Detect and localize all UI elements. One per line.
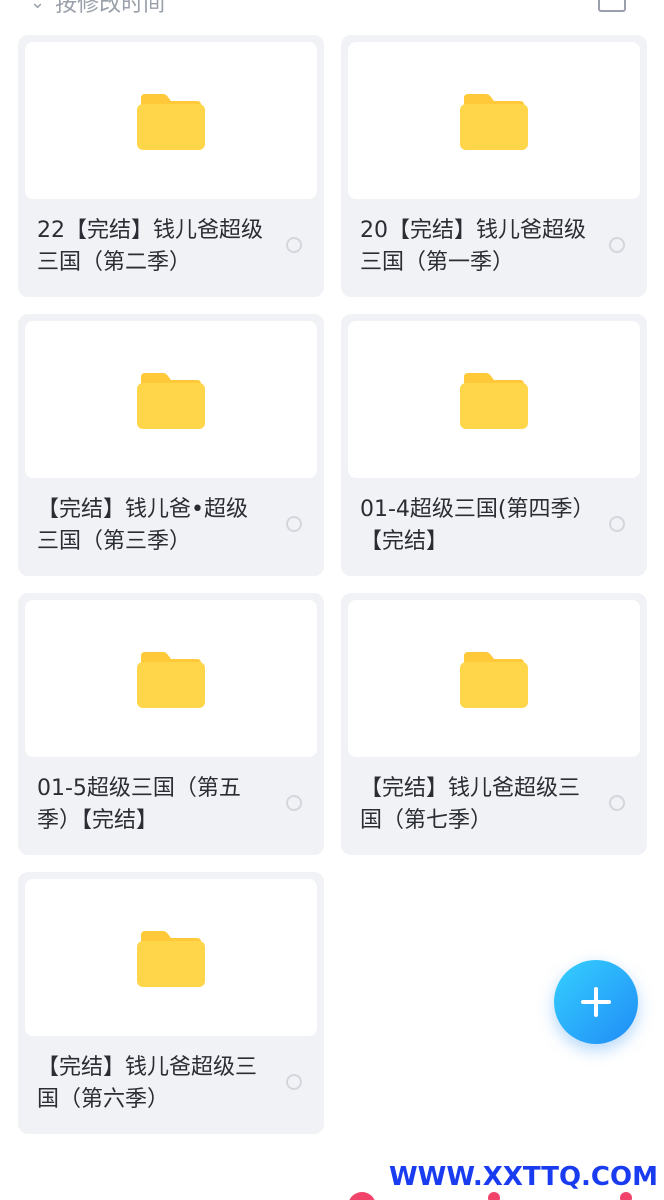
chevron-down-icon: ⌄ [30, 0, 46, 13]
folder-card[interactable]: 【完结】钱儿爸•超级三国（第三季） [18, 314, 324, 576]
top-bar: ⌄ 按修改时间 [0, 0, 664, 20]
folder-thumbnail [348, 42, 640, 199]
folder-name: 20【完结】钱儿爸超级三国（第一季） [360, 218, 586, 275]
folder-icon [460, 372, 528, 429]
folder-thumbnail [25, 879, 317, 1036]
nav-dot [620, 1192, 632, 1200]
select-radio[interactable] [609, 516, 625, 532]
select-radio[interactable] [286, 1074, 302, 1090]
folder-icon [137, 372, 205, 429]
folder-card[interactable]: 01-5超级三国（第五季）【完结】 [18, 593, 324, 855]
select-radio[interactable] [609, 795, 625, 811]
folder-icon [137, 930, 205, 987]
folder-thumbnail [25, 600, 317, 757]
folder-icon [137, 651, 205, 708]
select-radio[interactable] [286, 516, 302, 532]
folder-thumbnail [348, 600, 640, 757]
folder-name: 【完结】钱儿爸超级三国（第七季） [360, 776, 581, 833]
folder-thumbnail [25, 321, 317, 478]
add-button[interactable] [554, 960, 638, 1044]
watermark: WWW.XXTTQ.COM [389, 1162, 658, 1192]
bottom-nav-edge [0, 1192, 664, 1200]
nav-dot [348, 1192, 376, 1200]
folder-card[interactable]: 01-4超级三国(第四季）【完结】 [341, 314, 647, 576]
folder-thumbnail [348, 321, 640, 478]
folder-grid: 22【完结】钱儿爸超级三国（第二季） 20【完结】钱儿爸超级三国（第一季） 【完… [18, 35, 647, 1134]
folder-card[interactable]: 20【完结】钱儿爸超级三国（第一季） [341, 35, 647, 297]
folder-name: 01-4超级三国(第四季）【完结】 [360, 497, 584, 554]
sort-label: 按修改时间 [55, 0, 166, 17]
folder-card[interactable]: 22【完结】钱儿爸超级三国（第二季） [18, 35, 324, 297]
folder-icon [460, 93, 528, 150]
folder-name: 【完结】钱儿爸超级三国（第六季） [37, 1055, 258, 1112]
folder-name: 01-5超级三国（第五季）【完结】 [37, 776, 241, 833]
folder-card[interactable]: 【完结】钱儿爸超级三国（第七季） [341, 593, 647, 855]
select-radio[interactable] [286, 795, 302, 811]
folder-icon [460, 651, 528, 708]
folder-icon [137, 93, 205, 150]
grid-view-icon[interactable] [598, 0, 626, 12]
sort-control[interactable]: ⌄ 按修改时间 [30, 0, 165, 18]
folder-name: 【完结】钱儿爸•超级三国（第三季） [37, 497, 248, 554]
select-radio[interactable] [609, 237, 625, 253]
folder-thumbnail [25, 42, 317, 199]
nav-dot [488, 1192, 500, 1200]
select-radio[interactable] [286, 237, 302, 253]
plus-icon [581, 987, 611, 1017]
folder-name: 22【完结】钱儿爸超级三国（第二季） [37, 218, 263, 275]
folder-card[interactable]: 【完结】钱儿爸超级三国（第六季） [18, 872, 324, 1134]
